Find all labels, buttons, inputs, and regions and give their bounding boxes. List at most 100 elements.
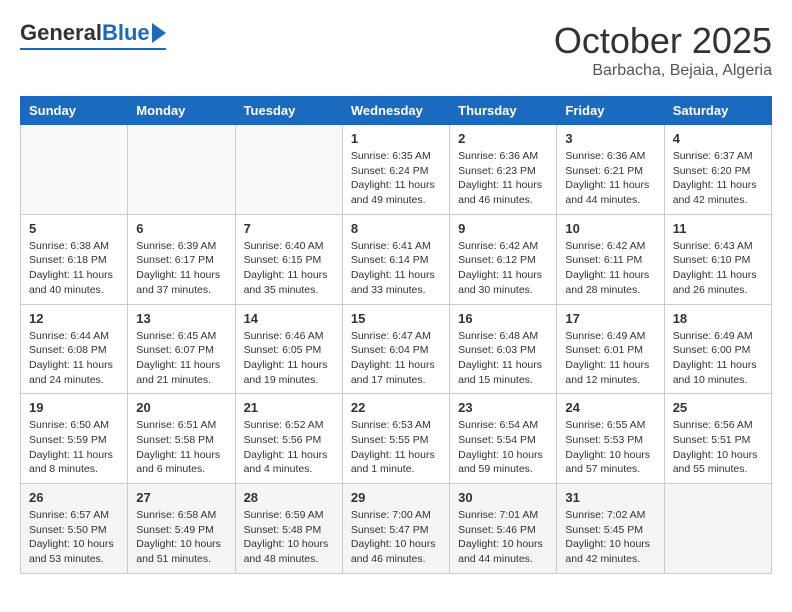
calendar-cell: 29Sunrise: 7:00 AM Sunset: 5:47 PM Dayli… [342,484,449,574]
calendar-cell: 13 Sunrise: 6:45 AM Sunset: 6:07 PM Dayli… [128,304,235,394]
logo-blue-text: Blue [102,20,150,46]
weekday-header-friday: Friday [557,97,664,125]
logo-arrow-icon [152,23,166,43]
day-number: 19 [29,400,119,415]
calendar-cell: 21 Sunrise: 6:52 AM Sunset: 5:56 PM Dayli… [235,394,342,484]
day-info: Sunrise: 6:55 AM Sunset: 5:53 PM Dayligh… [565,418,655,477]
day-info: Sunrise: 6:42 AM Sunset: 6:11 PM Dayligh… [565,239,655,298]
calendar-cell: 1 Sunrise: 6:35 AM Sunset: 6:24 PM Daylig… [342,125,449,215]
day-info: Sunrise: 6:50 AM Sunset: 5:59 PM Dayligh… [29,418,119,477]
day-number: 10 [565,221,655,236]
day-info: Sunrise: 6:38 AM Sunset: 6:18 PM Dayligh… [29,239,119,298]
day-number: 6 [136,221,226,236]
day-info: Sunrise: 6:44 AM Sunset: 6:08 PM Dayligh… [29,329,119,388]
calendar-week-5: 26 Sunrise: 6:57 AM Sunset: 5:50 PM Dayli… [21,484,772,574]
calendar-cell: 11 Sunrise: 6:43 AM Sunset: 6:10 PM Dayli… [664,214,771,304]
day-number: 31 [565,490,655,505]
calendar-cell: 8 Sunrise: 6:41 AM Sunset: 6:14 PM Daylig… [342,214,449,304]
day-number: 4 [673,131,763,146]
day-info: Sunrise: 7:01 AM Sunset: 5:46 PM Dayligh… [458,508,548,567]
day-info: Sunrise: 6:54 AM Sunset: 5:54 PM Dayligh… [458,418,548,477]
day-number: 18 [673,311,763,326]
calendar-cell: 25Sunrise: 6:56 AM Sunset: 5:51 PM Dayli… [664,394,771,484]
day-number: 3 [565,131,655,146]
calendar-cell: 15 Sunrise: 6:47 AM Sunset: 6:04 PM Dayli… [342,304,449,394]
day-info: Sunrise: 6:42 AM Sunset: 6:12 PM Dayligh… [458,239,548,298]
day-info: Sunrise: 7:02 AM Sunset: 5:45 PM Dayligh… [565,508,655,567]
calendar-cell: 17 Sunrise: 6:49 AM Sunset: 6:01 PM Dayli… [557,304,664,394]
day-number: 22 [351,400,441,415]
page-header: General Blue October 2025 Barbacha, Beja… [20,20,772,80]
day-number: 11 [673,221,763,236]
calendar-cell: 5 Sunrise: 6:38 AM Sunset: 6:18 PM Daylig… [21,214,128,304]
calendar-cell: 18 Sunrise: 6:49 AM Sunset: 6:00 PM Dayli… [664,304,771,394]
day-info: Sunrise: 6:58 AM Sunset: 5:49 PM Dayligh… [136,508,226,567]
day-info: Sunrise: 6:49 AM Sunset: 6:01 PM Dayligh… [565,329,655,388]
day-number: 15 [351,311,441,326]
weekday-header-tuesday: Tuesday [235,97,342,125]
day-info: Sunrise: 6:35 AM Sunset: 6:24 PM Dayligh… [351,149,441,208]
logo: General Blue [20,20,166,50]
calendar-cell: 28Sunrise: 6:59 AM Sunset: 5:48 PM Dayli… [235,484,342,574]
logo-general-text: General [20,20,102,46]
calendar-cell: 9Sunrise: 6:42 AM Sunset: 6:12 PM Daylig… [450,214,557,304]
day-number: 27 [136,490,226,505]
calendar-cell: 23 Sunrise: 6:54 AM Sunset: 5:54 PM Dayli… [450,394,557,484]
weekday-header-saturday: Saturday [664,97,771,125]
calendar-cell: 31 Sunrise: 7:02 AM Sunset: 5:45 PM Dayli… [557,484,664,574]
day-number: 29 [351,490,441,505]
calendar-table: SundayMondayTuesdayWednesdayThursdayFrid… [20,96,772,574]
day-info: Sunrise: 6:40 AM Sunset: 6:15 PM Dayligh… [244,239,334,298]
calendar-week-3: 12 Sunrise: 6:44 AM Sunset: 6:08 PM Dayli… [21,304,772,394]
day-info: Sunrise: 6:49 AM Sunset: 6:00 PM Dayligh… [673,329,763,388]
day-info: Sunrise: 6:57 AM Sunset: 5:50 PM Dayligh… [29,508,119,567]
day-number: 24 [565,400,655,415]
calendar-cell [664,484,771,574]
day-info: Sunrise: 6:43 AM Sunset: 6:10 PM Dayligh… [673,239,763,298]
day-number: 20 [136,400,226,415]
day-number: 23 [458,400,548,415]
day-info: Sunrise: 6:47 AM Sunset: 6:04 PM Dayligh… [351,329,441,388]
calendar-week-4: 19 Sunrise: 6:50 AM Sunset: 5:59 PM Dayli… [21,394,772,484]
day-number: 21 [244,400,334,415]
title-block: October 2025 Barbacha, Bejaia, Algeria [554,20,772,80]
calendar-cell: 10 Sunrise: 6:42 AM Sunset: 6:11 PM Dayli… [557,214,664,304]
day-number: 12 [29,311,119,326]
day-info: Sunrise: 6:45 AM Sunset: 6:07 PM Dayligh… [136,329,226,388]
day-number: 16 [458,311,548,326]
logo-underline [20,48,166,50]
day-number: 1 [351,131,441,146]
calendar-cell: 27 Sunrise: 6:58 AM Sunset: 5:49 PM Dayli… [128,484,235,574]
calendar-cell: 30 Sunrise: 7:01 AM Sunset: 5:46 PM Dayli… [450,484,557,574]
day-info: Sunrise: 6:52 AM Sunset: 5:56 PM Dayligh… [244,418,334,477]
day-number: 7 [244,221,334,236]
day-number: 30 [458,490,548,505]
calendar-cell [21,125,128,215]
day-number: 26 [29,490,119,505]
day-info: Sunrise: 6:36 AM Sunset: 6:23 PM Dayligh… [458,149,548,208]
day-info: Sunrise: 6:48 AM Sunset: 6:03 PM Dayligh… [458,329,548,388]
day-info: Sunrise: 6:36 AM Sunset: 6:21 PM Dayligh… [565,149,655,208]
weekday-header-wednesday: Wednesday [342,97,449,125]
calendar-cell: 26 Sunrise: 6:57 AM Sunset: 5:50 PM Dayli… [21,484,128,574]
day-number: 8 [351,221,441,236]
weekday-header-row: SundayMondayTuesdayWednesdayThursdayFrid… [21,97,772,125]
day-info: Sunrise: 6:41 AM Sunset: 6:14 PM Dayligh… [351,239,441,298]
day-number: 2 [458,131,548,146]
calendar-cell: 19 Sunrise: 6:50 AM Sunset: 5:59 PM Dayli… [21,394,128,484]
day-number: 5 [29,221,119,236]
calendar-cell: 16 Sunrise: 6:48 AM Sunset: 6:03 PM Dayli… [450,304,557,394]
day-info: Sunrise: 6:56 AM Sunset: 5:51 PM Dayligh… [673,418,763,477]
day-number: 14 [244,311,334,326]
weekday-header-sunday: Sunday [21,97,128,125]
calendar-cell: 2 Sunrise: 6:36 AM Sunset: 6:23 PM Daylig… [450,125,557,215]
weekday-header-thursday: Thursday [450,97,557,125]
day-info: Sunrise: 6:37 AM Sunset: 6:20 PM Dayligh… [673,149,763,208]
calendar-week-2: 5 Sunrise: 6:38 AM Sunset: 6:18 PM Daylig… [21,214,772,304]
day-info: Sunrise: 6:46 AM Sunset: 6:05 PM Dayligh… [244,329,334,388]
day-info: Sunrise: 6:51 AM Sunset: 5:58 PM Dayligh… [136,418,226,477]
day-number: 28 [244,490,334,505]
day-number: 13 [136,311,226,326]
day-number: 17 [565,311,655,326]
calendar-cell: 7 Sunrise: 6:40 AM Sunset: 6:15 PM Daylig… [235,214,342,304]
